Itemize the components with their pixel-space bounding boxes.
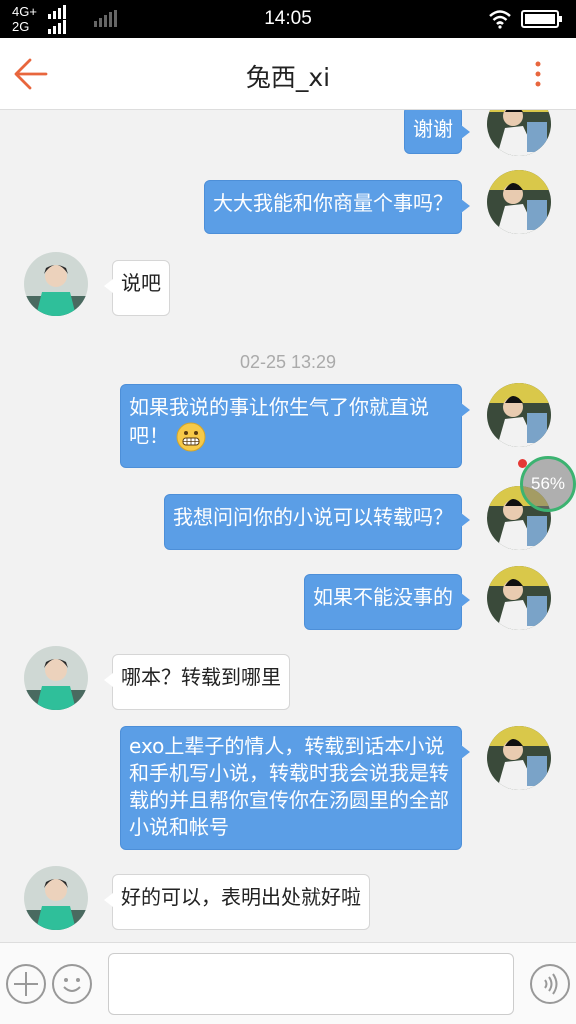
contact-avatar[interactable] <box>24 252 88 316</box>
message-bubble-sent[interactable]: 大大我能和你商量个事吗？ <box>204 180 470 234</box>
battery-icon <box>521 10 562 28</box>
my-avatar[interactable] <box>487 170 551 234</box>
message-bubble-received[interactable]: 哪本？转载到哪里 <box>104 654 290 710</box>
message-bubble-sent[interactable]: 谢谢 <box>404 110 470 154</box>
floating-progress-badge[interactable]: 56% <box>520 456 576 512</box>
message-bubble-received[interactable]: 说吧 <box>104 260 170 316</box>
voice-button[interactable] <box>530 964 570 1004</box>
message-list[interactable]: 谢谢 大大我能和你商量个事吗？ 说吧 02-25 13:29 如果我说的事让你生… <box>0 110 576 942</box>
emoji-button[interactable] <box>52 964 92 1004</box>
message-bubble-sent[interactable]: 如果我说的事让你生气了你就直说吧！ <box>120 384 470 468</box>
contact-avatar[interactable] <box>24 646 88 710</box>
message-input-bar <box>0 942 576 1024</box>
message-text: 我想问问你的小说可以转载吗？ <box>173 505 453 529</box>
contact-avatar[interactable] <box>24 866 88 930</box>
message-bubble-sent[interactable]: exo上辈子的情人，转载到话本小说和手机写小说，转载时我会说我是转载的并且帮你宣… <box>120 726 470 850</box>
grinning-emoji-icon <box>176 422 206 452</box>
message-input[interactable] <box>108 953 514 1015</box>
my-avatar[interactable] <box>487 566 551 630</box>
more-options-icon[interactable] <box>526 58 550 90</box>
chat-header: 兔西_xi <box>0 38 576 110</box>
notification-dot <box>518 459 527 468</box>
my-avatar[interactable] <box>487 110 551 156</box>
message-timestamp: 02-25 13:29 <box>239 352 337 372</box>
status-bar: 4G+ 2G 14:05 <box>0 0 576 38</box>
message-text: 说吧 <box>121 271 161 295</box>
message-bubble-sent[interactable]: 如果不能没事的 <box>304 574 470 630</box>
plus-icon <box>14 972 38 996</box>
message-bubble-received[interactable]: 好的可以，表明出处就好啦 <box>104 874 370 930</box>
wifi-icon <box>489 10 511 29</box>
message-bubble-sent[interactable]: 我想问问你的小说可以转载吗？ <box>164 494 470 550</box>
message-text: 大大我能和你商量个事吗？ <box>213 191 453 215</box>
my-avatar[interactable] <box>487 383 551 447</box>
plus-button[interactable] <box>6 964 46 1004</box>
chat-title: 兔西_xi <box>245 63 331 92</box>
message-text: 如果不能没事的 <box>313 585 453 609</box>
message-text: exo上辈子的情人，转载到话本小说和手机写小说，转载时我会说我是转载的并且帮你宣… <box>129 734 449 839</box>
my-avatar[interactable] <box>487 726 551 790</box>
message-text: 好的可以，表明出处就好啦 <box>121 885 361 909</box>
emoji-icon <box>63 978 81 992</box>
message-text: 如果我说的事让你生气了你就直说吧！ <box>129 395 429 448</box>
voice-icon <box>544 973 558 995</box>
message-text: 哪本？转载到哪里 <box>121 665 281 689</box>
message-text: 谢谢 <box>413 117 453 141</box>
